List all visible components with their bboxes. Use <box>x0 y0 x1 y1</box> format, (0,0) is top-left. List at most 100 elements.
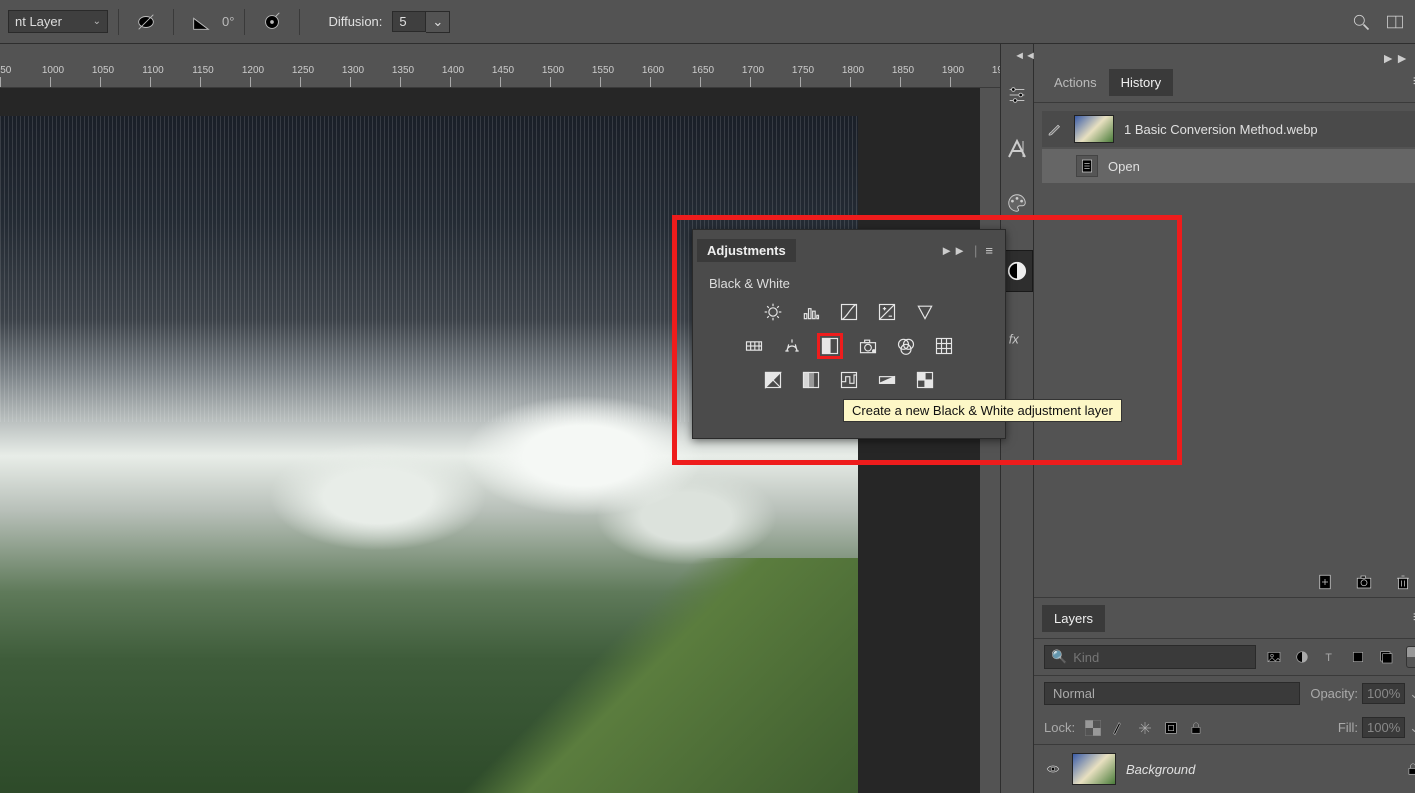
fill-value[interactable]: 100% <box>1362 717 1405 738</box>
adjustments-body: Black & White <box>693 270 1005 403</box>
layer-kind-filter[interactable]: 🔍 <box>1044 645 1256 669</box>
separator <box>299 9 300 35</box>
shape-filter-icon[interactable] <box>1350 649 1368 665</box>
threshold-icon[interactable] <box>836 367 862 393</box>
history-document-row[interactable]: 1 Basic Conversion Method.webp <box>1042 111 1415 147</box>
diffusion-dropdown[interactable]: ⌄ <box>426 11 450 33</box>
image-canvas[interactable] <box>0 116 858 793</box>
target-icon[interactable] <box>261 11 283 33</box>
adjustment-name: Black & White <box>709 276 989 291</box>
channel-mixer-icon[interactable] <box>893 333 919 359</box>
tab-layers[interactable]: Layers <box>1042 605 1105 632</box>
document-thumb <box>1074 115 1114 143</box>
top-right-tools <box>1351 0 1405 44</box>
expand-chevron-icon[interactable]: ►► <box>1381 50 1409 66</box>
lock-row: Lock: Fill: 100% ⌄ <box>1034 711 1415 744</box>
diffusion-value[interactable]: 5 <box>392 11 426 32</box>
layers-tab-header: Layers ≡ <box>1034 598 1415 638</box>
no-mask-icon[interactable] <box>135 11 157 33</box>
history-footer-icons <box>1034 567 1415 597</box>
levels-icon[interactable] <box>798 299 824 325</box>
color-balance-icon[interactable] <box>779 333 805 359</box>
blend-row: Normal Opacity: 100% ⌄ <box>1034 676 1415 711</box>
layer-dropdown-label: nt Layer <box>15 14 62 29</box>
diffusion-label: Diffusion: <box>328 14 382 29</box>
photo-filter-icon[interactable] <box>855 333 881 359</box>
adjustments-row-2 <box>705 333 993 359</box>
adjustment-filter-icon[interactable] <box>1294 649 1312 665</box>
image-filter-icon[interactable] <box>1266 649 1284 665</box>
smart-filter-icon[interactable] <box>1378 649 1396 665</box>
tab-history[interactable]: History <box>1109 69 1173 96</box>
history-file-name: 1 Basic Conversion Method.webp <box>1124 122 1318 137</box>
angle-icon[interactable] <box>190 11 212 33</box>
black-white-icon[interactable] <box>817 333 843 359</box>
fill-label: Fill: <box>1338 720 1358 735</box>
svg-text:T: T <box>1326 652 1333 664</box>
lock-all-icon[interactable] <box>1189 720 1203 736</box>
posterize-icon[interactable] <box>798 367 824 393</box>
lock-label: Lock: <box>1044 720 1075 735</box>
sliders-icon[interactable] <box>1001 74 1033 116</box>
type-filter-icon[interactable]: T <box>1322 649 1340 665</box>
opacity-group: Opacity: 100% ⌄ <box>1310 683 1415 704</box>
diffusion-control: Diffusion: 5 ⌄ <box>328 11 450 33</box>
tooltip: Create a new Black & White adjustment la… <box>843 399 1122 422</box>
selective-color-icon[interactable] <box>912 367 938 393</box>
color-lookup-icon[interactable] <box>931 333 957 359</box>
layer-thumbnail <box>1072 753 1116 785</box>
exposure-icon[interactable] <box>874 299 900 325</box>
lock-icon <box>1406 761 1415 777</box>
brightness-contrast-icon[interactable] <box>760 299 786 325</box>
new-document-icon[interactable] <box>1316 573 1334 591</box>
brush-icon <box>1046 120 1064 138</box>
opacity-label: Opacity: <box>1310 686 1358 701</box>
invert-icon[interactable] <box>760 367 786 393</box>
document-icon <box>1076 155 1098 177</box>
separator: | <box>974 243 977 258</box>
svg-text:fx: fx <box>1009 332 1020 347</box>
adjustments-title[interactable]: Adjustments <box>697 239 796 262</box>
angle-value: 0° <box>222 14 234 29</box>
chevron-down-icon[interactable]: ⌄ <box>1409 720 1415 736</box>
kind-input[interactable] <box>1073 650 1249 665</box>
trash-icon[interactable] <box>1394 573 1412 591</box>
adjustments-row-3 <box>705 367 993 393</box>
panel-menu-icon[interactable]: ≡ <box>985 243 993 258</box>
separator <box>173 9 174 35</box>
lock-transparency-icon[interactable] <box>1085 720 1101 736</box>
lock-position-icon[interactable] <box>1137 720 1153 736</box>
collapse-chevron-icon[interactable]: ◄◄ <box>1000 50 1050 62</box>
type-icon[interactable] <box>1001 128 1033 170</box>
lock-pixels-icon[interactable] <box>1111 720 1127 736</box>
camera-icon[interactable] <box>1354 573 1374 591</box>
hue-saturation-icon[interactable] <box>741 333 767 359</box>
palette-icon[interactable] <box>1001 182 1033 224</box>
chevron-down-icon[interactable]: ⌄ <box>1409 686 1415 702</box>
layer-row-background[interactable]: Background <box>1034 744 1415 793</box>
tab-actions[interactable]: Actions <box>1042 69 1109 96</box>
vibrance-icon[interactable] <box>912 299 938 325</box>
gradient-map-icon[interactable] <box>874 367 900 393</box>
curves-icon[interactable] <box>836 299 862 325</box>
chevron-down-icon: ⌄ <box>93 16 101 27</box>
ruler-strip: 9501000105011001150120012501300135014001… <box>0 61 1010 87</box>
hill-overlay <box>429 558 858 793</box>
search-icon[interactable] <box>1351 12 1371 32</box>
collapse-icon[interactable]: ►► <box>940 243 966 258</box>
top-toolbar: nt Layer ⌄ 0° Diffusion: 5 ⌄ <box>0 0 1415 44</box>
blend-mode-dropdown[interactable]: Normal <box>1044 682 1300 705</box>
visibility-icon[interactable] <box>1044 762 1062 776</box>
search-icon: 🔍 <box>1051 649 1067 665</box>
layer-dropdown[interactable]: nt Layer ⌄ <box>8 10 108 33</box>
history-step-open[interactable]: Open <box>1042 149 1415 183</box>
history-body: 1 Basic Conversion Method.webp Open <box>1034 102 1415 191</box>
history-tab-header: Actions History ≡ <box>1034 62 1415 102</box>
layers-panel: Layers ≡ 🔍 T Normal Opac <box>1034 597 1415 793</box>
workspace-icon[interactable] <box>1385 12 1405 32</box>
opacity-value[interactable]: 100% <box>1362 683 1405 704</box>
adjustments-header: Adjustments ►► | ≡ <box>693 230 1005 270</box>
layer-name: Background <box>1126 762 1396 777</box>
filter-toggle[interactable] <box>1406 646 1415 668</box>
lock-artboard-icon[interactable] <box>1163 720 1179 736</box>
